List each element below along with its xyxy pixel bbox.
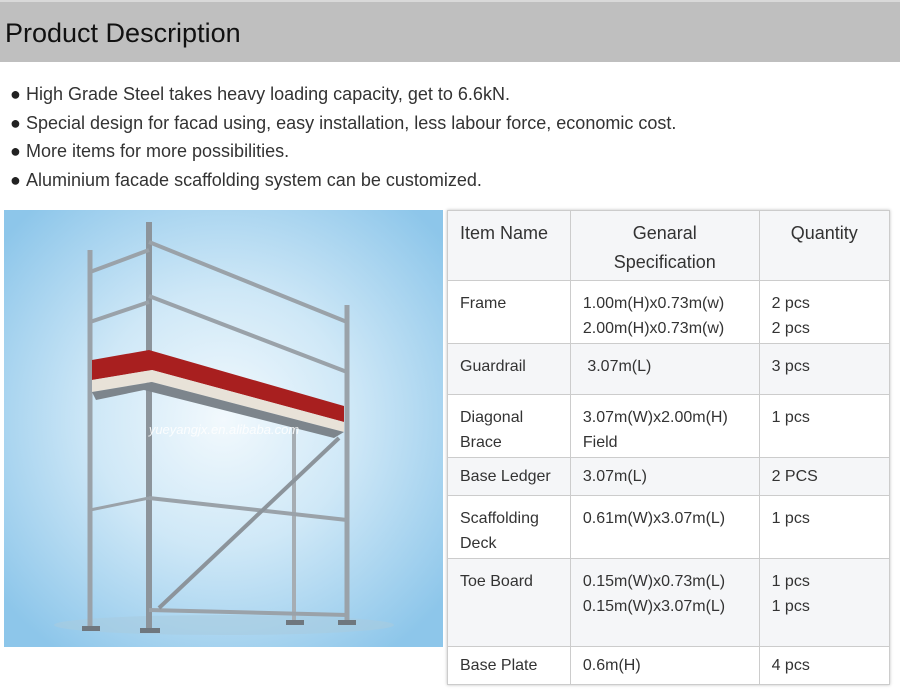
product-image: yueyangjx.en.alibaba.com bbox=[4, 210, 443, 647]
watermark-text: yueyangjx.en.alibaba.com bbox=[148, 422, 299, 437]
bullet-icon: ● bbox=[10, 141, 21, 162]
header-item-name: Item Name bbox=[447, 210, 571, 281]
scaffold-illustration: yueyangjx.en.alibaba.com bbox=[4, 210, 443, 647]
feature-item: ● High Grade Steel takes heavy loading ca… bbox=[10, 80, 676, 109]
table-row: Guardrail 3.07m(L) 3 pcs bbox=[447, 343, 891, 395]
spec-table: Item Name Genaral Specification Quantity … bbox=[447, 210, 891, 685]
table-row: Toe Board 0.15m(W)x0.73m(L) 0.15m(W)x3.07… bbox=[447, 558, 891, 647]
table-row: Base Plate 0.6m(H) 4 pcs bbox=[447, 646, 891, 685]
base-plate bbox=[338, 620, 356, 625]
table-row: Scaffolding Deck 0.61m(W)x3.07m(L) 1 pcs bbox=[447, 495, 891, 559]
feature-item: ● More items for more possibilities. bbox=[10, 137, 676, 166]
header-specification: Genaral Specification bbox=[569, 210, 760, 281]
base-plate bbox=[82, 626, 100, 631]
table-row: Diagonal Brace 3.07m(W)x2.00m(H) Field 1 p… bbox=[447, 394, 891, 458]
table-row: Base Ledger 3.07m(L) 2 PCS bbox=[447, 457, 891, 496]
bullet-icon: ● bbox=[10, 112, 21, 133]
base-plate bbox=[286, 620, 304, 625]
section-title: Product Description bbox=[5, 18, 241, 48]
feature-item: ● Aluminium facade scaffolding system can… bbox=[10, 166, 676, 195]
section-header: Product Description bbox=[0, 0, 900, 62]
feature-item: ● Special design for facad using, easy in… bbox=[10, 109, 676, 138]
feature-list: ● High Grade Steel takes heavy loading ca… bbox=[10, 80, 676, 195]
bullet-icon: ● bbox=[10, 84, 21, 104]
bullet-icon: ● bbox=[10, 170, 21, 191]
header-quantity: Quantity bbox=[758, 210, 891, 281]
table-header-row: Item Name Genaral Specification Quantity bbox=[447, 210, 891, 281]
base-plate bbox=[140, 628, 160, 633]
table-row: Frame 1.00m(H)x0.73m(w) 2.00m(H)x0.73m(w)… bbox=[447, 280, 891, 344]
